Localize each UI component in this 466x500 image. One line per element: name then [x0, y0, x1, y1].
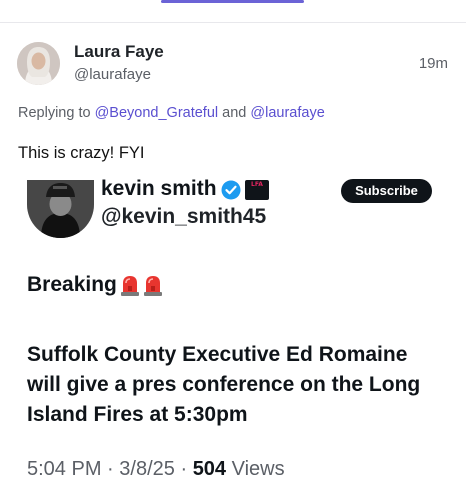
post-time: 19m [418, 55, 448, 72]
verified-badge-icon [221, 180, 241, 200]
replying-prefix: Replying to [18, 105, 91, 121]
embed-headline: Suffolk County Executive Ed Romaine will… [27, 343, 421, 426]
embed-avatar[interactable] [27, 180, 94, 238]
meta-separator: · [180, 458, 188, 480]
embed-meta: 5:04 PM · 3/8/25 · 504 Views [27, 458, 285, 481]
author-handle[interactable]: @laurafaye [74, 66, 151, 83]
views-label: Views [231, 458, 285, 480]
avatar[interactable] [17, 42, 60, 85]
embed-author-name[interactable]: kevin smith [101, 177, 217, 201]
affiliation-badge-label: LFA [251, 181, 263, 188]
embed-author-handle[interactable]: @kevin_smith45 [101, 205, 266, 229]
replying-to-line: Replying to @Beyond_Grateful and @lauraf… [18, 105, 325, 121]
breaking-text: Breaking [27, 273, 117, 296]
replying-conj: and [222, 105, 247, 121]
post-text: This is crazy! FYI [18, 144, 145, 162]
embed-time: 5:04 PM [27, 458, 102, 480]
meta-separator: · [107, 458, 114, 480]
tab-bar [0, 0, 466, 23]
mention-link[interactable]: @Beyond_Grateful [95, 105, 219, 121]
siren-icon [120, 274, 140, 296]
author-name[interactable]: Laura Faye [74, 42, 164, 62]
embed-date: 3/8/25 [119, 458, 175, 480]
mention-link[interactable]: @laurafaye [250, 105, 324, 121]
subscribe-button[interactable]: Subscribe [341, 179, 432, 203]
active-tab-indicator [161, 0, 304, 3]
breaking-line: Breaking [27, 273, 163, 297]
affiliation-badge-icon: LFA [245, 180, 269, 200]
views-count: 504 [192, 458, 227, 480]
siren-icon [143, 274, 163, 296]
